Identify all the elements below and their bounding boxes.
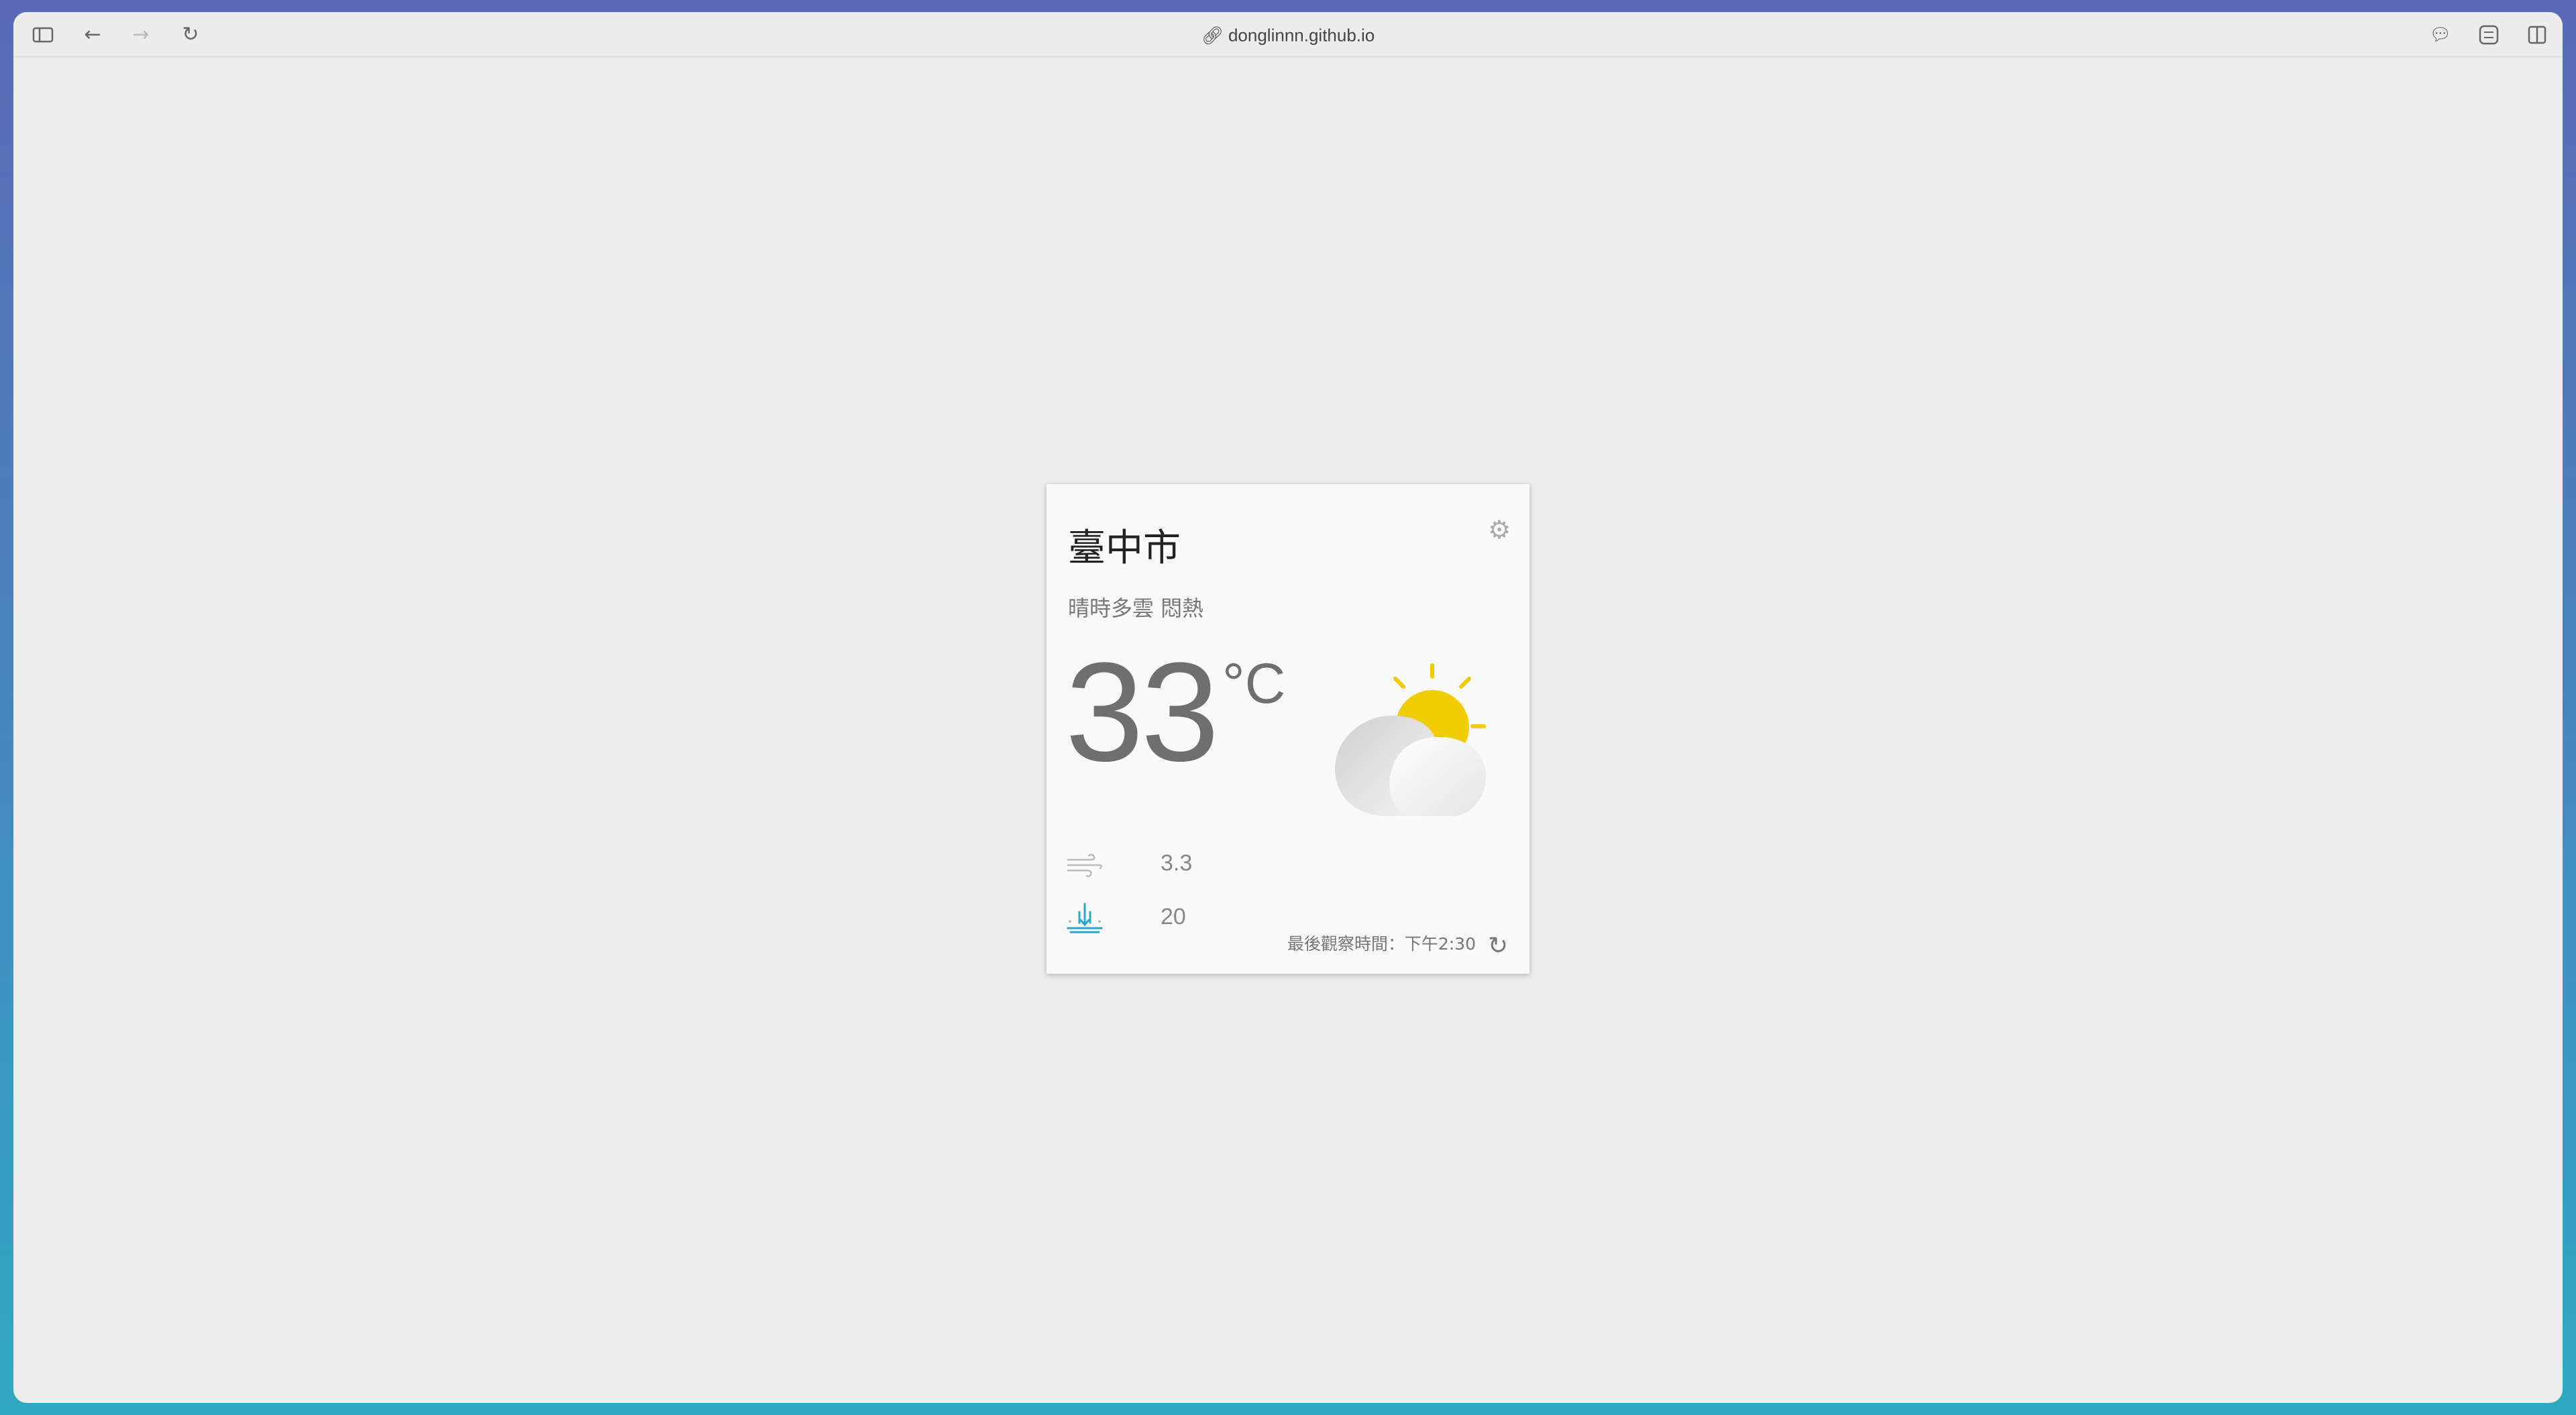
rain-probability: 20 [1161,904,1186,929]
browser-toolbar: ← → ↻ 🔗︎ donglinnn.github.io 💬︎ [13,12,2563,58]
url-text: donglinnn.github.io [1228,25,1375,46]
observation-time: 最後觀察時間：下午2:30 [1287,934,1476,954]
weather-description: 晴時多雲 悶熱 [1068,596,1204,621]
wind-icon [1067,854,1102,877]
partly-cloudy-icon [1335,663,1486,816]
temperature-unit: °C [1222,652,1286,715]
temperature-value: 33 [1065,633,1220,791]
browser-window: ← → ↻ 🔗︎ donglinnn.github.io 💬︎ 臺中市 ⚙ 晴時… [13,12,2563,1403]
link-icon: 🔗︎ [1201,25,1228,46]
sliders-icon[interactable] [2477,23,2501,47]
address-bar[interactable]: 🔗︎ donglinnn.github.io [13,24,2563,46]
rain-probability-icon [1067,903,1103,933]
split-view-icon[interactable] [2525,23,2549,47]
gear-icon[interactable]: ⚙ [1488,517,1511,543]
weather-card: 臺中市 ⚙ 晴時多雲 悶熱 33 °C 3.3 20 最後觀察時間：下午2:30… [1046,484,1529,974]
wind-speed: 3.3 [1161,850,1193,876]
speech-bubble-icon[interactable]: 💬︎ [2428,23,2453,47]
city-name: 臺中市 [1068,526,1181,570]
refresh-icon[interactable]: ↻ [1488,934,1511,958]
